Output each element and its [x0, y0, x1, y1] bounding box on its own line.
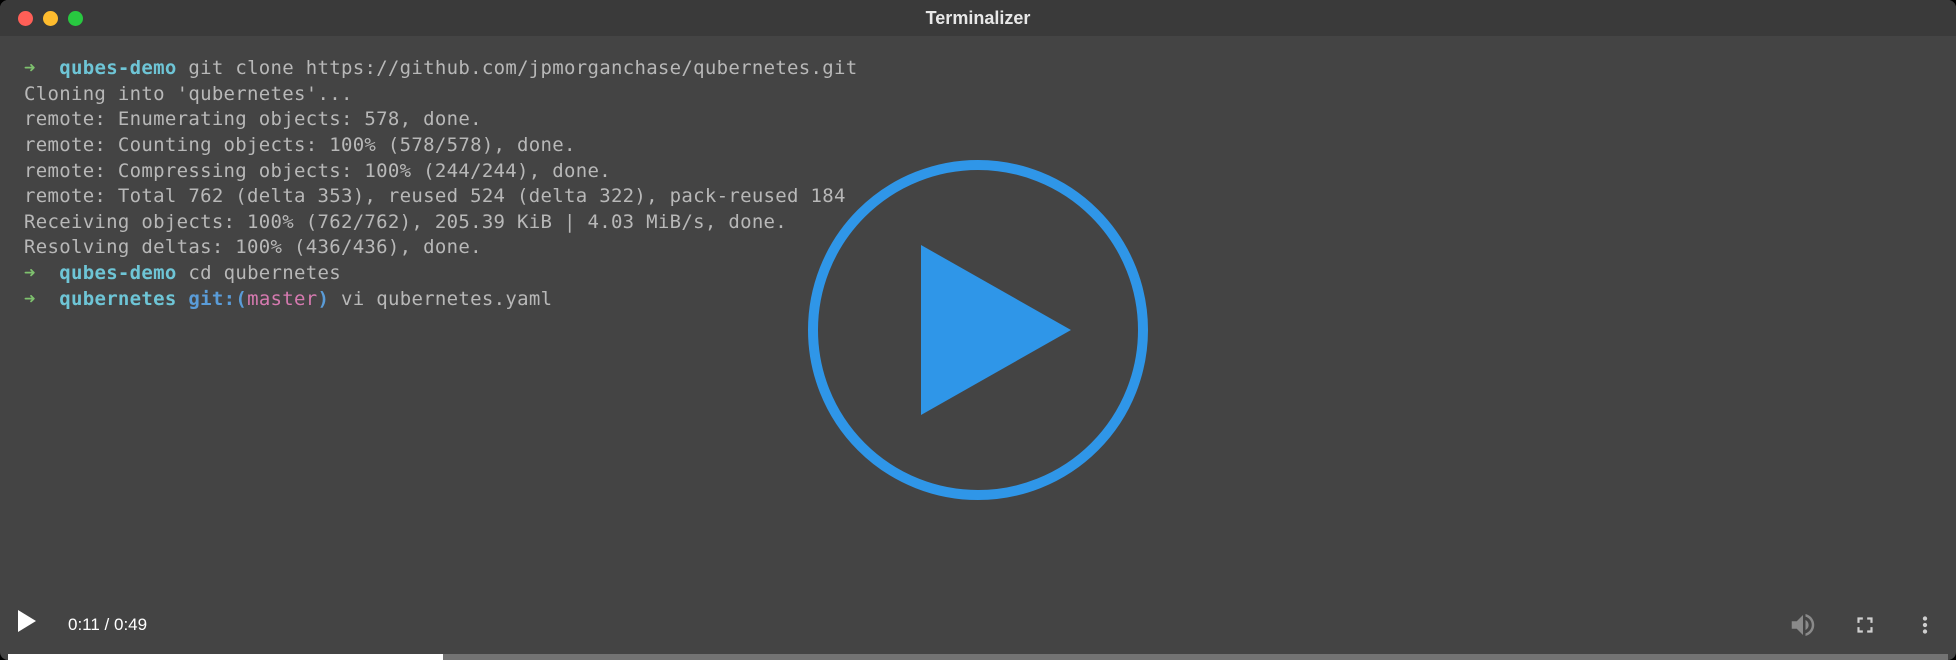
prompt-arrow-icon: ➜ [24, 57, 36, 79]
command-text: cd qubernetes [188, 262, 341, 284]
play-overlay-button[interactable] [808, 160, 1148, 500]
close-window-button[interactable] [18, 11, 33, 26]
git-close: ) [318, 288, 330, 310]
title-bar: Terminalizer [0, 0, 1956, 36]
terminal-window: Terminalizer ➜ qubes-demo git clone http… [0, 0, 1956, 660]
terminal-line: remote: Counting objects: 100% (578/578)… [24, 133, 1932, 159]
terminal-line: ➜ qubes-demo git clone https://github.co… [24, 56, 1932, 82]
more-options-button[interactable] [1912, 612, 1938, 638]
git-branch: master [247, 288, 317, 310]
video-controls: 0:11 / 0:49 [0, 590, 1956, 660]
prompt-dir: qubernetes [59, 288, 176, 310]
minimize-window-button[interactable] [43, 11, 58, 26]
volume-button[interactable] [1788, 610, 1818, 640]
progress-fill [8, 654, 443, 660]
time-separator: / [100, 615, 114, 634]
maximize-window-button[interactable] [68, 11, 83, 26]
window-title: Terminalizer [926, 8, 1031, 29]
prompt-dir: qubes-demo [59, 262, 176, 284]
progress-bar[interactable] [8, 654, 1948, 660]
time-display: 0:11 / 0:49 [68, 615, 147, 635]
fullscreen-icon [1852, 612, 1878, 638]
play-button[interactable] [18, 610, 48, 640]
traffic-lights [18, 11, 83, 26]
prompt-arrow-icon: ➜ [24, 288, 36, 310]
prompt-arrow-icon: ➜ [24, 262, 36, 284]
current-time: 0:11 [68, 615, 100, 634]
controls-right [1788, 610, 1938, 640]
play-icon [18, 610, 36, 632]
terminal-line: remote: Enumerating objects: 578, done. [24, 107, 1932, 133]
total-time: 0:49 [114, 615, 147, 634]
more-vertical-icon [1912, 612, 1938, 638]
fullscreen-button[interactable] [1852, 612, 1878, 638]
play-circle-icon [808, 160, 1148, 500]
git-label: git:( [188, 288, 247, 310]
volume-icon [1788, 610, 1818, 640]
terminal-line: Cloning into 'qubernetes'... [24, 82, 1932, 108]
play-triangle-icon [921, 245, 1071, 415]
command-text: git clone https://github.com/jpmorgancha… [188, 57, 857, 79]
command-text: vi qubernetes.yaml [341, 288, 552, 310]
prompt-dir: qubes-demo [59, 57, 176, 79]
